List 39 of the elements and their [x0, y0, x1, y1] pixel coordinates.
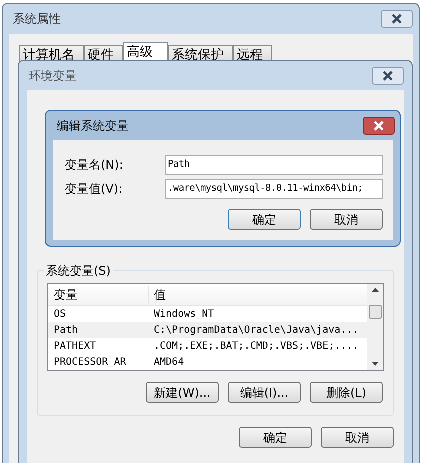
- input-field[interactable]: .ware\mysql\mysql-8.0.11-winx64\bin;: [165, 179, 383, 199]
- window-title: 系统属性: [13, 11, 61, 28]
- field-label: 变量值(V):: [65, 181, 124, 198]
- dialog-title: 环境变量: [29, 68, 77, 84]
- table-row[interactable]: PATHEXT .COM;.EXE;.BAT;.CMD;.VBS;.VBE;....: [48, 338, 367, 354]
- scroll-thumb[interactable]: [368, 305, 382, 319]
- group-label: 系统变量(S): [44, 262, 113, 280]
- scrollbar[interactable]: [367, 284, 383, 370]
- dialog-button[interactable]: 确定: [228, 209, 301, 230]
- table-row[interactable]: Path C:\ProgramData\Oracle\Java\java...: [48, 322, 367, 338]
- table-row[interactable]: PROCESSOR_AR AMD64: [48, 354, 367, 370]
- table-cell-text: .COM;.EXE;.BAT;.CMD;.VBS;.VBE;....: [153, 340, 359, 354]
- dialog-button[interactable]: 编辑(I)...: [228, 382, 301, 403]
- input-field[interactable]: Path: [165, 155, 383, 175]
- table-cell-text: Windows_NT: [153, 308, 214, 322]
- dialog-button[interactable]: 新建(W)...: [146, 382, 219, 403]
- table-cell-text: C:\ProgramData\Oracle\Java\java...: [153, 324, 359, 338]
- close-icon: [382, 70, 394, 80]
- close-button[interactable]: [363, 116, 395, 134]
- column-header[interactable]: 值: [149, 286, 367, 304]
- dialog-title: 编辑系统变量: [57, 118, 129, 134]
- table-cell-text: PROCESSOR_AR: [53, 356, 128, 370]
- scroll-down-icon[interactable]: [372, 362, 378, 366]
- close-button[interactable]: [372, 66, 404, 84]
- close-icon: [373, 120, 385, 130]
- dialog-button[interactable]: 确定: [239, 427, 312, 448]
- table-cell-text: Path: [53, 324, 80, 338]
- table-cell-text: PATHEXT: [53, 340, 98, 354]
- table-cell-text: OS: [53, 308, 68, 322]
- dialog-button[interactable]: 取消: [310, 209, 383, 230]
- field-label: 变量名(N):: [65, 157, 124, 174]
- table-row[interactable]: OS Windows_NT: [48, 306, 367, 322]
- close-icon: [391, 14, 403, 24]
- dialog-button[interactable]: 删除(L): [310, 382, 383, 403]
- dialog-button[interactable]: 取消: [321, 427, 394, 448]
- close-button[interactable]: [381, 10, 413, 28]
- scroll-up-icon[interactable]: [372, 288, 378, 292]
- table-cell-text: AMD64: [153, 356, 184, 370]
- column-header[interactable]: 变量: [48, 286, 149, 304]
